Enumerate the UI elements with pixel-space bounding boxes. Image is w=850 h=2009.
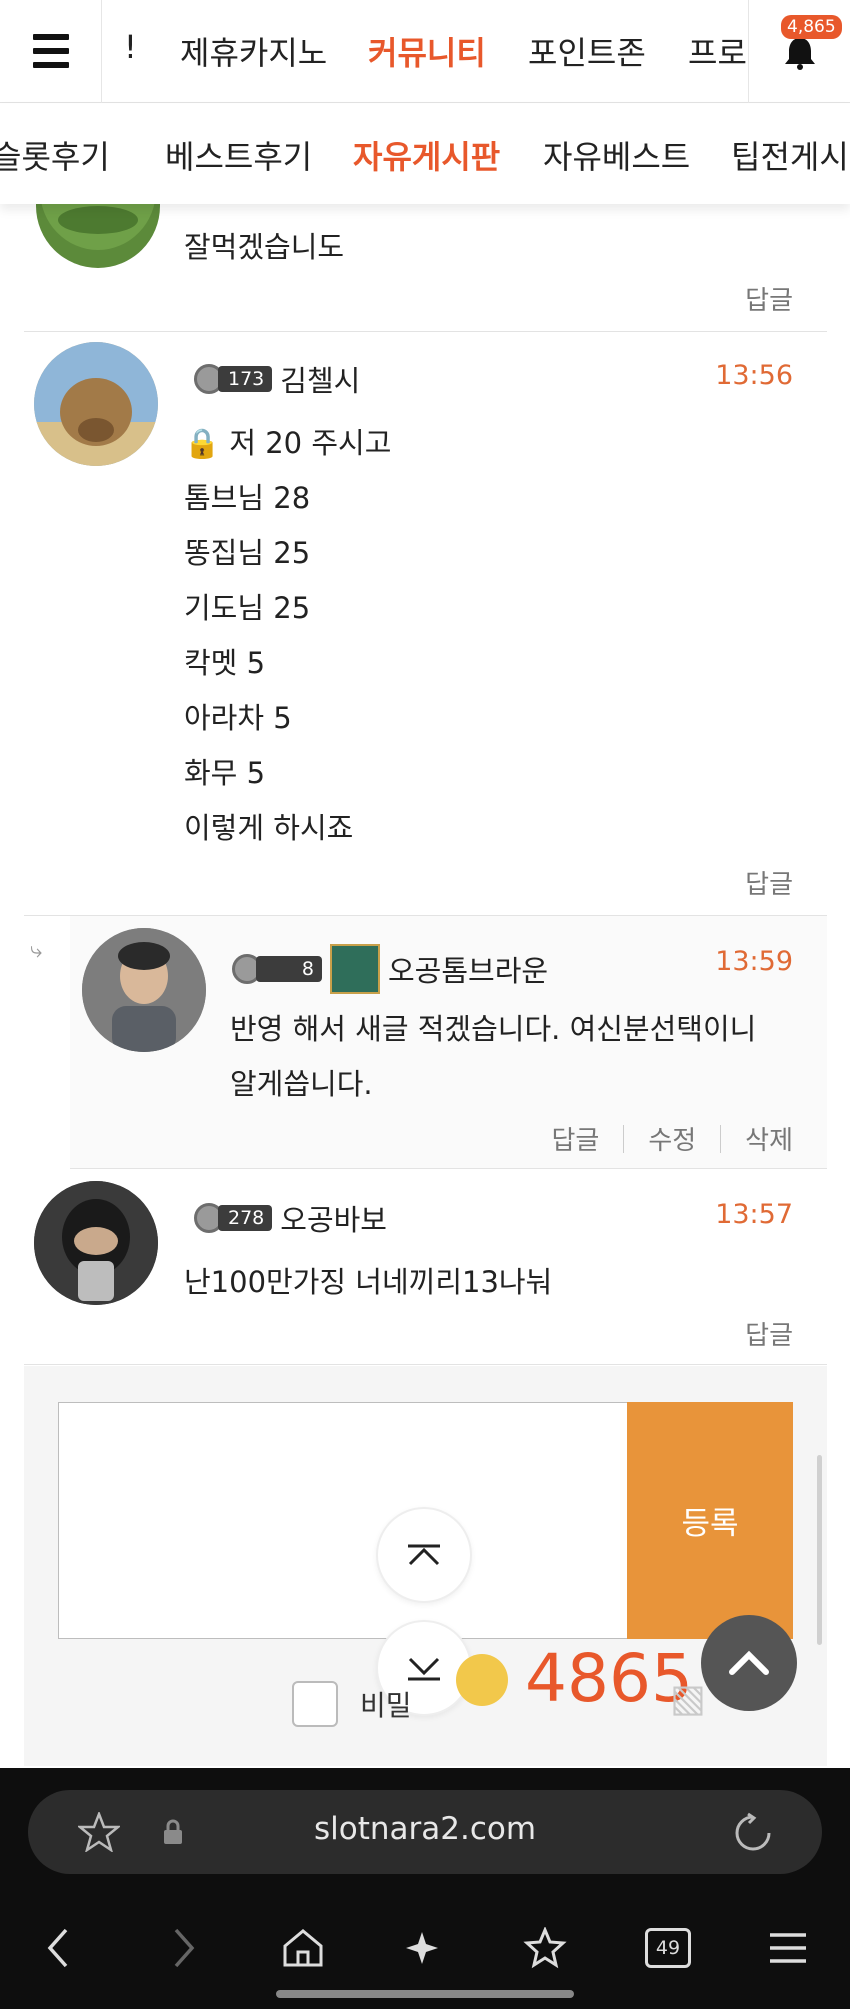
scroll-top-button[interactable] <box>701 1615 797 1711</box>
comment-line: 난100만가징 너네끼리13나눠 <box>184 1265 553 1299</box>
tabs-icon: 49 <box>645 1928 691 1968</box>
edit-button[interactable]: 수정 <box>648 1120 696 1157</box>
comment-item: 173 김첼시 13:56 🔒 저 20 주시고 톰브님 28 똥집님 25 기… <box>24 332 827 916</box>
tab-count: 49 <box>655 1937 681 1959</box>
comment-time: 13:57 <box>715 1199 793 1230</box>
comment-line: 🔒 저 20 주시고 <box>184 426 392 460</box>
bell-icon[interactable] <box>782 36 818 70</box>
comment-author[interactable]: 김첼시 <box>280 358 360 400</box>
comment-actions: 답글 <box>745 280 793 317</box>
back-button[interactable] <box>28 1918 88 1978</box>
reply-button[interactable]: 답글 <box>745 1315 793 1352</box>
ai-button[interactable] <box>394 1918 454 1978</box>
sub-tab-free-board[interactable]: 자유게시판 <box>353 132 500 178</box>
chevron-left-icon <box>47 1928 68 1968</box>
sub-tab-free-best[interactable]: 자유베스트 <box>543 132 690 178</box>
reply-button[interactable]: 답글 <box>745 280 793 317</box>
comment-actions: 답글 <box>745 1315 793 1352</box>
delete-button[interactable]: 삭제 <box>745 1120 793 1157</box>
menu-icon <box>770 1933 806 1963</box>
reply-button[interactable]: 답글 <box>745 864 793 901</box>
level-badge: 173 <box>194 363 273 395</box>
comment-actions: 답글 <box>745 864 793 901</box>
home-button[interactable] <box>273 1918 333 1978</box>
browser-toolbar: slotnara2.com 49 <box>0 1768 850 2009</box>
comment-line: 칵멧 5 <box>184 646 266 680</box>
comment-line: 똥집님 25 <box>184 536 311 570</box>
scrollbar[interactable] <box>817 1455 822 1645</box>
user-emblem-icon <box>330 944 380 994</box>
points-count: 4865 <box>525 1640 693 1717</box>
comment-meta: 8 오공톰브라운 <box>232 944 548 994</box>
comment-author[interactable]: 오공바보 <box>280 1197 387 1239</box>
submit-button[interactable]: 등록 <box>627 1402 793 1639</box>
page: ! 제휴카지노 커뮤니티 포인트존 프로 4,865 슬롯후기 베스트후기 자유… <box>0 0 850 2009</box>
sub-tab-tip-board[interactable]: 팁전게시 <box>731 132 849 178</box>
menu-icon[interactable] <box>0 0 102 103</box>
comment-line: 이렇게 하시죠 <box>184 811 354 845</box>
avatar[interactable] <box>82 928 206 1052</box>
comment-line: 화무 5 <box>184 756 266 790</box>
comment-line: 잘먹겠습니도 <box>184 230 345 264</box>
comment-line: 알게씁니다. <box>230 1067 373 1101</box>
reply-arrow-icon: ⤷ <box>30 938 43 963</box>
sub-tab-slot-review[interactable]: 슬롯후기 <box>0 132 110 178</box>
comment-line: 반영 해서 새글 적겠습니다. 여신분선택이니 <box>230 1012 757 1046</box>
reply-comment-item: ⤷ 8 오공톰브라운 13:59 반영 해서 새글 적겠습니다. 여신분선택이니… <box>30 916 827 1169</box>
bookmarks-button[interactable] <box>516 1918 576 1978</box>
url-bar[interactable]: slotnara2.com <box>28 1790 822 1874</box>
forward-button[interactable] <box>154 1918 214 1978</box>
sub-tab-best-review[interactable]: 베스트후기 <box>165 132 312 178</box>
level-badge: 8 <box>232 953 322 985</box>
comment-line: 톰브님 28 <box>184 481 311 515</box>
comment-body: 반영 해서 새글 적겠습니다. 여신분선택이니 알게씁니다. <box>230 1002 756 1112</box>
bookmark-star-icon <box>523 1927 567 1969</box>
chevron-up-icon <box>729 1650 769 1675</box>
level-number: 173 <box>218 366 273 392</box>
home-indicator <box>276 1990 574 1998</box>
top-tab-partner-casino[interactable]: 제휴카지노 <box>180 28 327 74</box>
level-number: 278 <box>218 1205 273 1231</box>
notification-badge: 4,865 <box>781 15 842 39</box>
comment-body: 🔒 저 20 주시고 톰브님 28 똥집님 25 기도님 25 칵멧 5 아라차… <box>184 416 391 856</box>
comment-author[interactable]: 오공톰브라운 <box>388 948 548 990</box>
avatar[interactable] <box>34 1181 158 1305</box>
comment-item: 278 오공바보 13:57 난100만가징 너네끼리13나눠 답글 <box>24 1169 827 1365</box>
reload-icon[interactable] <box>732 1812 774 1854</box>
secret-checkbox[interactable] <box>292 1681 338 1727</box>
comment-time: 13:56 <box>715 360 793 391</box>
top-tab-more[interactable]: 프로 <box>688 28 747 74</box>
sparkle-icon <box>406 1932 438 1964</box>
tabs-button[interactable]: 49 <box>638 1918 698 1978</box>
comment-body: 잘먹겠습니도 <box>184 220 344 275</box>
browser-menu-button[interactable] <box>758 1918 818 1978</box>
top-tab-point-zone[interactable]: 포인트존 <box>528 28 646 74</box>
comment-line: 기도님 25 <box>184 591 311 625</box>
chevron-up-icon <box>408 1544 440 1566</box>
home-icon <box>283 1929 323 1967</box>
comment-actions: 답글 수정 삭제 <box>551 1120 793 1157</box>
comment-time: 13:59 <box>715 946 793 977</box>
top-tab-community[interactable]: 커뮤니티 <box>368 28 486 74</box>
comment-body: 난100만가징 너네끼리13나눠 <box>184 1255 552 1310</box>
chevron-down-icon <box>408 1657 440 1681</box>
top-nav: ! 제휴카지노 커뮤니티 포인트존 프로 4,865 <box>0 0 850 103</box>
url-text[interactable]: slotnara2.com <box>28 1811 822 1847</box>
reply-button[interactable]: 답글 <box>551 1120 599 1157</box>
comment-meta: 173 김첼시 <box>194 358 360 400</box>
chevron-right-icon <box>174 1928 195 1968</box>
sub-nav: 슬롯후기 베스트후기 자유게시판 자유베스트 팁전게시 <box>0 104 850 204</box>
image-icon[interactable]: ▧ <box>670 1676 706 1720</box>
points-icon <box>456 1654 508 1706</box>
level-number: 8 <box>256 956 322 982</box>
scroll-up-button[interactable] <box>376 1507 472 1603</box>
secret-label: 비밀 <box>360 1689 412 1722</box>
comment-line: 아라차 5 <box>184 701 292 735</box>
avatar[interactable] <box>34 342 158 466</box>
comment-meta: 278 오공바보 <box>194 1197 387 1239</box>
level-badge: 278 <box>194 1202 273 1234</box>
top-tab-notice[interactable]: ! <box>124 28 137 66</box>
